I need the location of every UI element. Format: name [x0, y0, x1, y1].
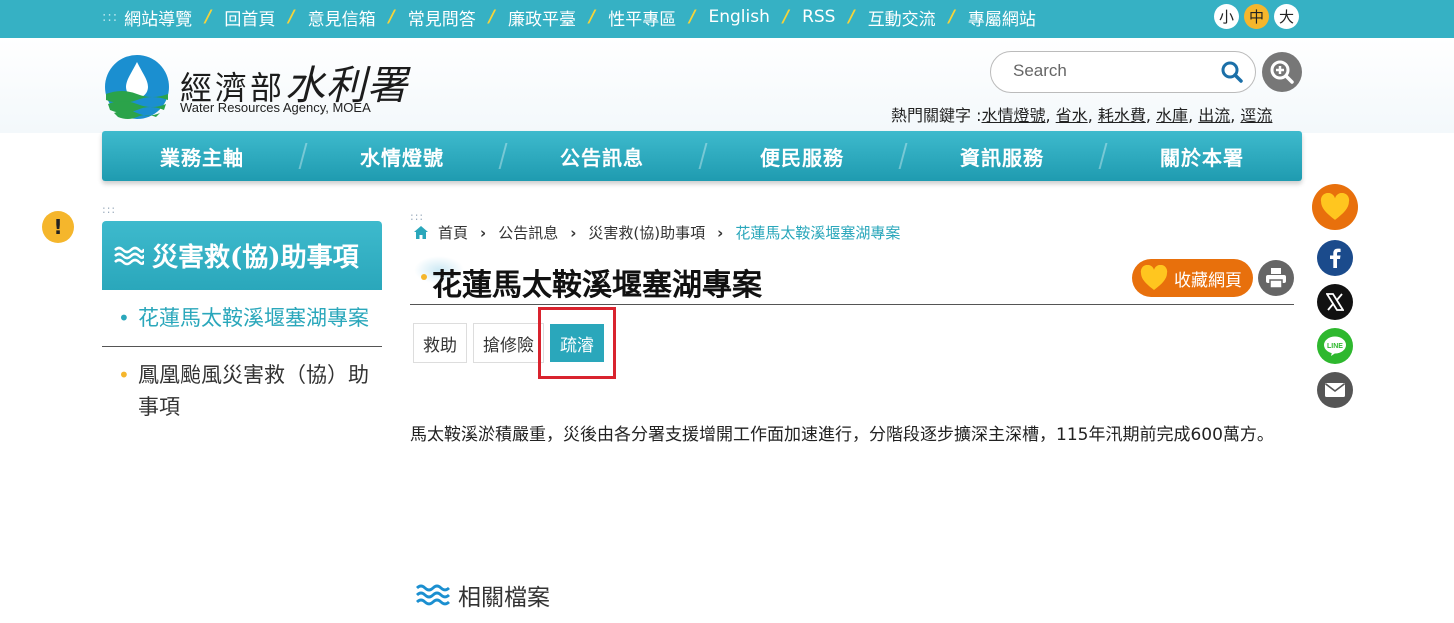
accesskey-dots[interactable]: ::: — [102, 10, 118, 25]
topnav-english[interactable]: English — [708, 7, 769, 27]
line-share-button[interactable]: LINE — [1317, 328, 1353, 364]
mainnav-about[interactable]: 關於本署 — [1102, 131, 1302, 181]
bookmark-label: 收藏網頁 — [1174, 270, 1242, 291]
heart-icon — [1320, 193, 1350, 220]
email-icon — [1325, 383, 1345, 397]
font-size-switcher: 小 中 大 — [1214, 4, 1299, 29]
hotkey-water-fee[interactable]: 耗水費 — [1098, 106, 1146, 125]
title-dot-decoration — [421, 274, 427, 280]
notice-icon[interactable]: ! — [42, 211, 74, 243]
sidebar-item-hualien[interactable]: 花蓮馬太鞍溪堰塞湖專案 — [102, 290, 382, 347]
breadcrumb: 首頁 › 公告訊息 › 災害救(協)助事項 › 花蓮馬太鞍溪堰塞湖專案 — [414, 222, 900, 243]
font-small-button[interactable]: 小 — [1214, 4, 1239, 29]
header: 經濟部水利署 Water Resources Agency, MOEA 熱門關鍵… — [0, 38, 1454, 133]
social-share-bar: LINE — [1312, 184, 1358, 408]
main-nav: 業務主軸 水情燈號 公告訊息 便民服務 資訊服務 關於本署 — [102, 131, 1302, 181]
top-bar: ::: 網站導覽 / 回首頁 / 意見信箱 / 常見問答 / 廉政平臺 / 性平專區 / E… — [0, 0, 1454, 38]
home-icon[interactable] — [414, 226, 428, 239]
topnav-faq[interactable]: 常見問答 — [408, 5, 476, 30]
breadcrumb-announcements[interactable]: 公告訊息 — [498, 222, 558, 243]
sidebar-title: 災害救(協)助事項 — [152, 243, 359, 273]
heart-icon — [1140, 265, 1168, 290]
mainnav-announcements[interactable]: 公告訊息 — [502, 131, 702, 181]
topnav-rss[interactable]: RSS — [802, 7, 835, 27]
hot-keywords: 熱門關鍵字 :水情燈號, 省水, 耗水費, 水庫, 出流, 逕流 — [891, 106, 1273, 125]
svg-text:LINE: LINE — [1327, 343, 1343, 350]
sidebar-list: 花蓮馬太鞍溪堰塞湖專案 鳳凰颱風災害救（協）助事項 — [102, 290, 382, 435]
wave-icon — [114, 246, 144, 265]
top-nav: ::: 網站導覽 / 回首頁 / 意見信箱 / 常見問答 / 廉政平臺 / 性平專區 / E… — [102, 0, 1036, 34]
font-large-button[interactable]: 大 — [1274, 4, 1299, 29]
search-box — [990, 51, 1256, 93]
facebook-icon — [1330, 248, 1341, 268]
printer-icon — [1266, 268, 1286, 289]
print-button[interactable] — [1258, 260, 1294, 296]
tab-rescue[interactable]: 救助 — [413, 323, 467, 363]
highlight-box — [538, 307, 616, 379]
content-body: 馬太鞍溪淤積嚴重，災後由各分署支援增開工作面加速進行，分階段逐步擴深主深槽，11… — [410, 425, 1274, 445]
hotkey-save-water[interactable]: 省水 — [1056, 106, 1088, 125]
mainnav-water-light[interactable]: 水情燈號 — [302, 131, 502, 181]
hotkey-runoff[interactable]: 逕流 — [1240, 106, 1272, 125]
related-files-heading: 相關檔案 — [416, 578, 550, 612]
email-share-button[interactable] — [1317, 372, 1353, 408]
bookmark-button[interactable]: 收藏網頁 — [1132, 259, 1253, 297]
wave-icon — [416, 584, 450, 606]
logo-english-name: Water Resources Agency, MOEA — [180, 100, 371, 115]
topnav-interaction[interactable]: 互動交流 — [868, 5, 936, 30]
search-input[interactable] — [1013, 61, 1213, 81]
title-divider — [410, 304, 1294, 305]
facebook-share-button[interactable] — [1317, 240, 1353, 276]
breadcrumb-disaster[interactable]: 災害救(協)助事項 — [588, 222, 705, 243]
breadcrumb-current: 花蓮馬太鞍溪堰塞湖專案 — [735, 224, 901, 242]
mainnav-info[interactable]: 資訊服務 — [902, 131, 1102, 181]
tab-repair[interactable]: 搶修險 — [473, 323, 544, 363]
topnav-sitemap[interactable]: 網站導覽 — [124, 5, 192, 30]
topnav-gender[interactable]: 性平專區 — [608, 5, 676, 30]
zoom-plus-icon — [1270, 60, 1294, 84]
search-icon[interactable] — [1221, 61, 1243, 83]
hotkey-reservoir[interactable]: 水庫 — [1156, 106, 1188, 125]
related-files-title: 相關檔案 — [458, 585, 550, 611]
chevron-right-icon: › — [480, 223, 487, 242]
sidebar-header: 災害救(協)助事項 — [102, 221, 382, 290]
chevron-right-icon: › — [717, 223, 724, 242]
x-share-button[interactable] — [1317, 284, 1353, 320]
hotkey-water-light[interactable]: 水情燈號 — [981, 106, 1045, 125]
wra-logo-icon[interactable] — [104, 54, 170, 120]
sidebar-item-typhoon[interactable]: 鳳凰颱風災害救（協）助事項 — [102, 347, 382, 435]
topnav-mailbox[interactable]: 意見信箱 — [308, 5, 376, 30]
line-icon: LINE — [1324, 336, 1346, 356]
page-title: 花蓮馬太鞍溪堰塞湖專案 — [432, 268, 762, 303]
x-icon — [1326, 293, 1344, 311]
mainnav-business[interactable]: 業務主軸 — [102, 131, 302, 181]
hotkey-outflow[interactable]: 出流 — [1198, 106, 1230, 125]
advanced-search-button[interactable] — [1262, 52, 1302, 92]
favorite-share-button[interactable] — [1312, 184, 1358, 230]
topnav-home[interactable]: 回首頁 — [224, 5, 275, 30]
chevron-right-icon: › — [570, 223, 577, 242]
topnav-sites[interactable]: 專屬網站 — [968, 5, 1036, 30]
topnav-integrity[interactable]: 廉政平臺 — [508, 5, 576, 30]
breadcrumb-home[interactable]: 首頁 — [438, 222, 468, 243]
font-medium-button[interactable]: 中 — [1244, 4, 1269, 29]
mainnav-services[interactable]: 便民服務 — [702, 131, 902, 181]
sidebar-accesskey-dots[interactable]: ::: — [102, 203, 116, 216]
